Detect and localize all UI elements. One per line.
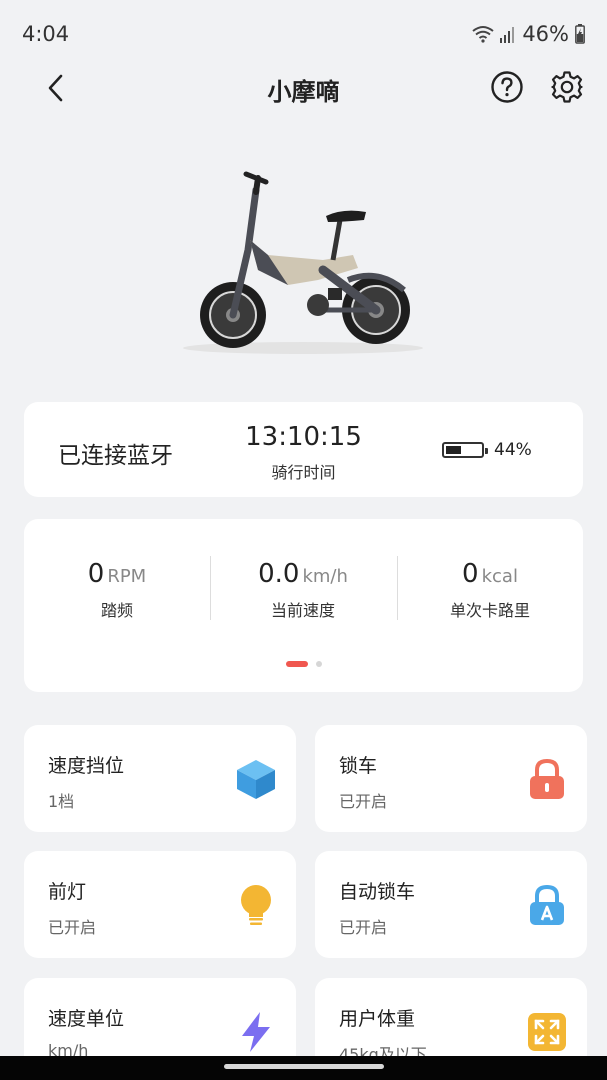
tile-title: 锁车 (339, 755, 378, 777)
tile-subtitle: 已开启 (339, 918, 388, 937)
tile-lock[interactable]: 锁车 已开启 (315, 725, 587, 832)
bulb-icon (241, 885, 271, 925)
help-icon[interactable] (490, 70, 524, 104)
status-icons: 46% (472, 22, 585, 46)
tile-title: 速度单位 (48, 1008, 125, 1030)
screen: 4:04 46% 小摩嘀 已连接蓝牙 13:10:15 骑行时间 44% 0 R… (0, 0, 607, 1080)
stat-label: 单次卡路里 (449, 601, 530, 620)
device-status-card: 已连接蓝牙 13:10:15 骑行时间 44% (24, 402, 583, 497)
page-dot[interactable] (315, 661, 322, 667)
stat-value: 0.0 (258, 559, 300, 589)
stat-unit: kcal (481, 566, 518, 587)
page-dot-active[interactable] (285, 661, 308, 667)
stat-unit: RPM (107, 566, 147, 587)
lightning-icon (242, 1012, 270, 1052)
lock-icon (530, 758, 564, 799)
auto-lock-icon (530, 884, 564, 925)
tile-title: 用户体重 (339, 1008, 416, 1030)
status-time: 4:04 (22, 22, 70, 46)
tile-headlight[interactable]: 前灯 已开启 (24, 851, 296, 958)
settings-icon[interactable] (550, 70, 584, 104)
stat-speed: 0.0 km/h 当前速度 (210, 559, 396, 621)
tile-subtitle: 已开启 (339, 792, 388, 811)
header: 小摩嘀 (0, 60, 607, 118)
device-battery: 44% (442, 440, 532, 460)
battery-fill (446, 446, 461, 454)
stat-unit: km/h (302, 566, 348, 587)
bike-image (183, 171, 423, 354)
ride-time-label: 骑行时间 (271, 463, 336, 482)
wifi-icon (472, 26, 494, 43)
weight-expand-icon (528, 1013, 566, 1051)
signal-icon (500, 27, 515, 43)
stat-value: 0 (87, 559, 105, 589)
battery-charging-icon (575, 24, 585, 44)
status-battery-percent: 46% (522, 22, 569, 46)
battery-icon (442, 442, 488, 458)
tile-subtitle: 1档 (48, 792, 75, 811)
system-nav-bar (0, 1056, 607, 1080)
cube-icon (237, 760, 275, 799)
tile-auto-lock[interactable]: 自动锁车 已开启 (315, 851, 587, 958)
stat-value: 0 (462, 559, 479, 589)
stat-label: 踏频 (100, 601, 133, 620)
tile-speed-gear[interactable]: 速度挡位 1档 (24, 725, 296, 832)
tile-title: 速度挡位 (48, 755, 125, 777)
page-indicator[interactable] (24, 661, 583, 667)
home-handle[interactable] (224, 1064, 384, 1069)
stat-label: 当前速度 (270, 601, 335, 620)
ride-stats-card[interactable]: 0 RPM 踏频 0.0 km/h 当前速度 0 kcal 单次卡路里 (24, 519, 583, 692)
stat-cadence: 0 RPM 踏频 (24, 559, 210, 621)
battery-percent: 44% (494, 440, 532, 460)
tile-title: 前灯 (48, 881, 87, 903)
tile-subtitle: 已开启 (48, 918, 97, 937)
stat-calories: 0 kcal 单次卡路里 (397, 559, 583, 621)
tile-title: 自动锁车 (339, 881, 416, 903)
